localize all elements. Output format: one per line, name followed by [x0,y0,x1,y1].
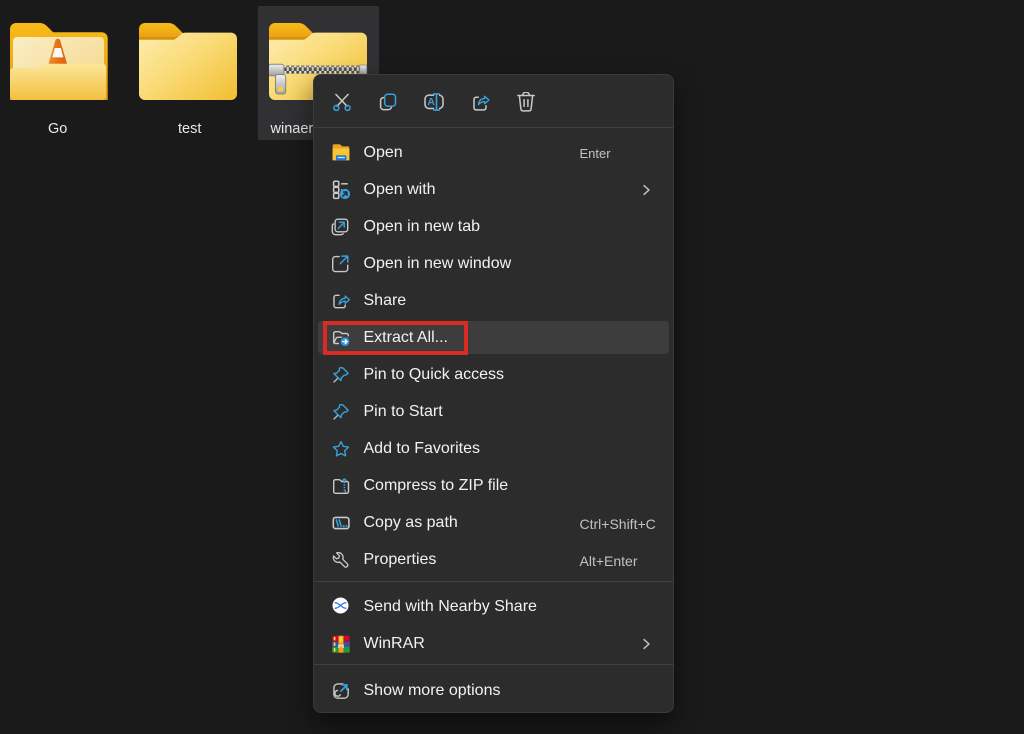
svg-text:A: A [427,96,435,108]
